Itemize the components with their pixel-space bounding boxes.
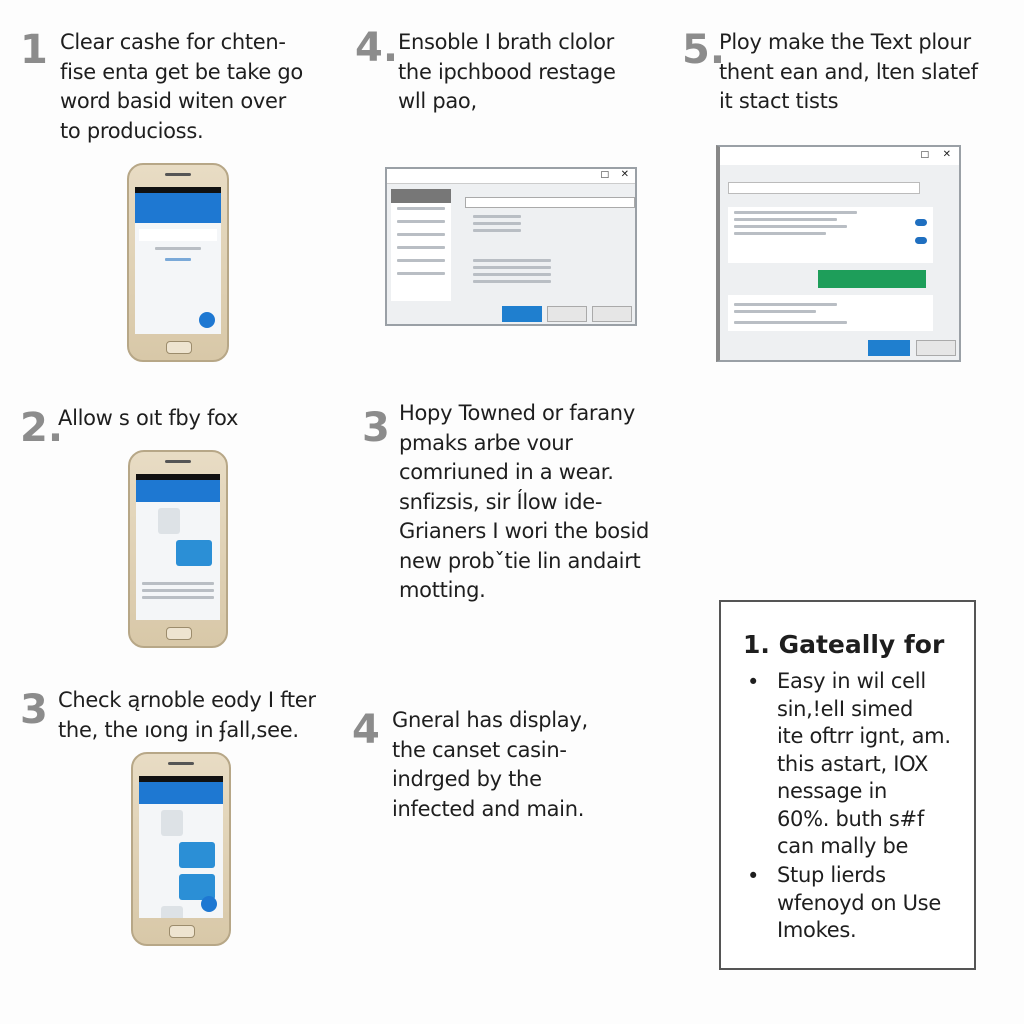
phone-screen <box>135 187 221 334</box>
step-number: 3 <box>20 687 48 733</box>
step-number: 2. <box>20 405 64 451</box>
close-icon[interactable]: ✕ <box>621 169 629 180</box>
phone-screen <box>139 776 223 918</box>
app-bar <box>139 782 223 804</box>
home-button <box>166 341 192 354</box>
bullet-text: Stup lierds wfenoyd on Use Imokes. <box>777 863 941 942</box>
options-panel <box>728 207 933 263</box>
bullet-icon: • <box>747 670 760 694</box>
ok-button[interactable] <box>502 306 542 322</box>
step-text: Clear cashe for chten- fise enta get be … <box>60 30 303 143</box>
title-bar: □ ✕ <box>387 169 635 184</box>
phone-mockup <box>131 752 231 946</box>
options-panel <box>728 295 933 331</box>
text-field[interactable] <box>728 182 920 194</box>
step-number: 3 <box>362 405 390 451</box>
step-text: Ensoble I brath clolor the ipchbood rest… <box>398 30 616 113</box>
primary-button[interactable] <box>868 340 910 356</box>
app-bar <box>135 193 221 223</box>
maximize-icon[interactable]: □ <box>920 150 929 160</box>
step-text: Ploy make the Text plour thent ean and, … <box>719 30 978 113</box>
phone-screen <box>136 474 220 620</box>
dropdown[interactable] <box>465 197 635 208</box>
speaker <box>165 173 191 176</box>
step-text: Gneral has display, the canset casin- in… <box>392 708 588 821</box>
info-heading: 1. Gateally for <box>743 630 945 659</box>
close-icon[interactable]: ✕ <box>943 149 951 160</box>
sidebar <box>391 189 451 301</box>
bullet-text: Easy in wil cell sin,!elI simed ite oftr… <box>777 669 951 858</box>
title-bar: □ ✕ <box>720 147 959 165</box>
fab-button[interactable] <box>201 896 217 912</box>
step-text: Hopy Towned or farany pmaks arbe vour co… <box>399 401 650 602</box>
maximize-icon[interactable]: □ <box>600 170 609 180</box>
toggle[interactable] <box>915 237 927 244</box>
bullet-icon: • <box>747 864 760 888</box>
app-bar <box>136 480 220 502</box>
notice-banner <box>818 270 926 288</box>
step-text: Allow s oıt fby fox <box>58 406 239 430</box>
toggle[interactable] <box>915 219 927 226</box>
step-number: 4 <box>352 707 380 753</box>
fab-button[interactable] <box>199 312 215 328</box>
step-number: 1 <box>20 27 48 73</box>
other-button[interactable] <box>592 306 632 322</box>
input-field[interactable] <box>139 229 217 241</box>
phone-mockup <box>127 163 229 362</box>
step-number: 4. <box>355 25 399 71</box>
step-text: Check ąrnoble eody I fter the, the ıong … <box>58 688 316 742</box>
cancel-button[interactable] <box>547 306 587 322</box>
info-box: 1. Gateally for • Easy in wil cell sin,!… <box>719 600 976 970</box>
settings-dialog: □ ✕ <box>385 167 637 326</box>
phone-mockup <box>128 450 228 648</box>
cancel-button[interactable] <box>916 340 956 356</box>
options-dialog: □ ✕ <box>716 145 961 362</box>
